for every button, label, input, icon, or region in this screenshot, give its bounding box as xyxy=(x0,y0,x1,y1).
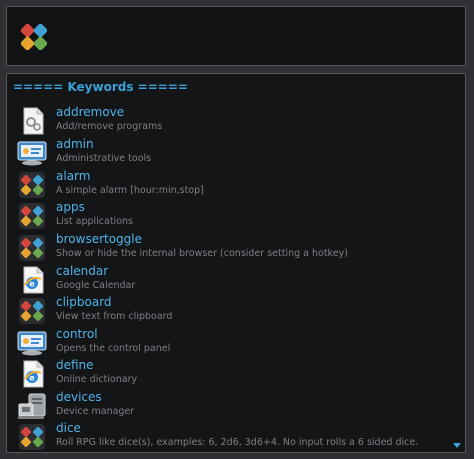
item-title: dice xyxy=(56,421,81,435)
item-description: Opens the control panel xyxy=(56,343,171,354)
launcher-window: ===== Keywords ===== addremove Add/remov… xyxy=(0,0,474,459)
item-description: Add/remove programs xyxy=(56,121,163,132)
item-description: View text from clipboard xyxy=(56,311,173,322)
item-title: alarm xyxy=(56,169,91,183)
svg-text:e: e xyxy=(29,374,35,383)
svg-text:e: e xyxy=(29,280,35,289)
launcher-logo-icon xyxy=(19,298,45,324)
item-description: List applications xyxy=(56,216,133,227)
item-title: devices xyxy=(56,390,102,404)
list-item-admin[interactable]: admin Administrative tools xyxy=(7,137,447,168)
item-title: admin xyxy=(56,137,94,151)
search-input[interactable] xyxy=(6,6,466,66)
scroll-down-icon[interactable] xyxy=(453,443,461,448)
item-title: control xyxy=(56,327,98,341)
launcher-logo-icon xyxy=(19,203,45,229)
list-item-addremove[interactable]: addremove Add/remove programs xyxy=(7,105,447,136)
item-description: Google Calendar xyxy=(56,280,136,291)
list-item-browsertoggle[interactable]: browsertoggle Show or hide the internal … xyxy=(7,232,447,263)
section-header-keywords: ===== Keywords ===== xyxy=(13,80,188,94)
gears-document-icon xyxy=(23,107,44,135)
launcher-logo-icon xyxy=(19,235,45,261)
list-item-devices[interactable]: devices Device manager xyxy=(7,390,447,421)
launcher-logo-icon xyxy=(19,424,45,450)
item-description: Show or hide the internal browser (consi… xyxy=(56,248,348,259)
launcher-logo-icon xyxy=(21,24,47,50)
web-document-icon: e xyxy=(23,360,44,388)
launcher-logo-icon xyxy=(19,172,45,198)
list-item-calendar[interactable]: e calendar Google Calendar xyxy=(7,264,447,295)
item-description: Device manager xyxy=(56,406,135,417)
control-panel-icon xyxy=(17,141,47,166)
item-description: Administrative tools xyxy=(56,153,152,164)
list-item-dice[interactable]: dice Roll RPG like dice(s), examples: 6,… xyxy=(7,421,447,452)
item-description: Online dictionary xyxy=(56,374,138,385)
item-title: browsertoggle xyxy=(56,232,143,246)
list-item-clipboard[interactable]: clipboard View text from clipboard xyxy=(7,295,447,326)
list-item-alarm[interactable]: alarm A simple alarm [hour:min,stop] xyxy=(7,169,447,200)
list-item-define[interactable]: e define Online dictionary xyxy=(7,358,447,389)
web-document-icon: e xyxy=(23,266,44,294)
control-panel-icon xyxy=(17,331,47,356)
results-list: ===== Keywords ===== addremove Add/remov… xyxy=(6,73,466,453)
item-title: define xyxy=(56,358,94,372)
item-title: apps xyxy=(56,200,85,214)
list-item-apps[interactable]: apps List applications xyxy=(7,200,447,231)
item-description: Roll RPG like dice(s), examples: 6, 2d6,… xyxy=(56,437,419,448)
item-description: A simple alarm [hour:min,stop] xyxy=(56,185,204,196)
list-item-control[interactable]: control Opens the control panel xyxy=(7,327,447,358)
device-manager-icon xyxy=(18,393,46,419)
item-title: calendar xyxy=(56,264,109,278)
item-title: clipboard xyxy=(56,295,112,309)
item-title: addremove xyxy=(56,105,125,119)
